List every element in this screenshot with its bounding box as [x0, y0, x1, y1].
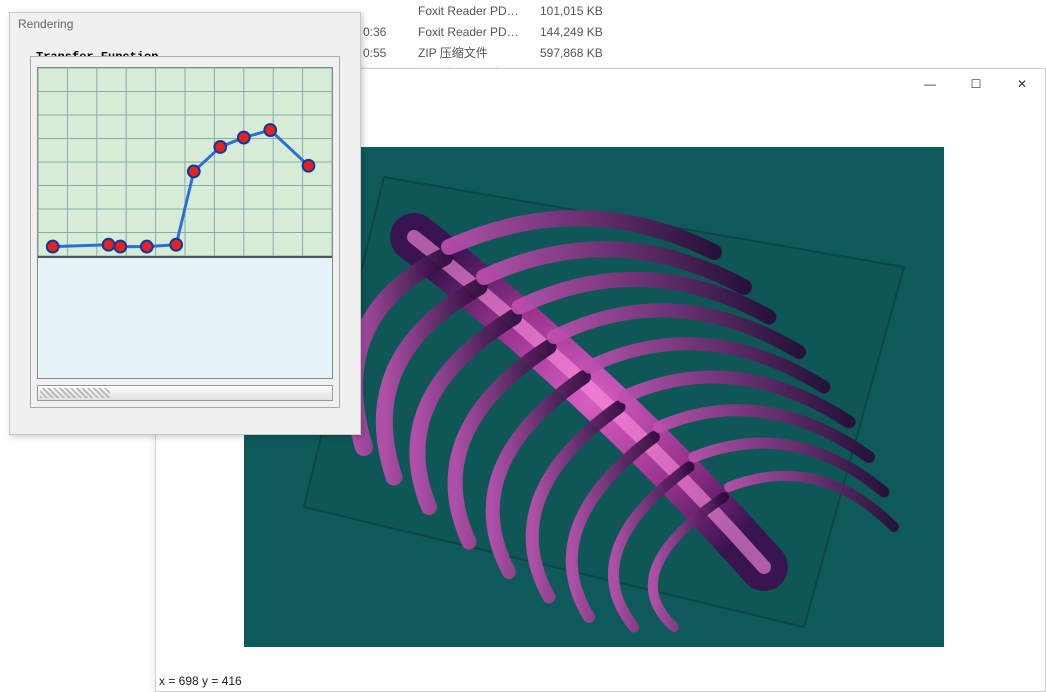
file-type: Foxit Reader PD… [418, 4, 519, 18]
file-time: 0:36 [363, 25, 386, 39]
transfer-function-plot[interactable] [37, 67, 333, 379]
file-size: 144,249 KB [540, 25, 603, 39]
slider-handle[interactable] [40, 388, 110, 398]
panel-title: Rendering [10, 13, 360, 35]
file-type: Foxit Reader PD… [418, 25, 519, 39]
transfer-function-group: Transfer Function [24, 45, 346, 424]
file-size: 597,868 KB [540, 46, 603, 60]
line-chart-icon [38, 68, 332, 256]
maximize-button[interactable]: ☐ [953, 69, 999, 99]
minimize-button[interactable]: — [907, 69, 953, 99]
rendering-panel: Rendering Transfer Function [9, 12, 361, 435]
tf-curve-area[interactable] [38, 68, 332, 258]
tf-histogram-area[interactable] [38, 258, 332, 378]
file-type: ZIP 压缩文件 [418, 44, 488, 61]
cursor-status: x = 698 y = 416 [159, 674, 242, 688]
file-size: 101,015 KB [540, 4, 603, 18]
tf-range-slider[interactable] [37, 385, 333, 401]
close-button[interactable]: ✕ [999, 69, 1045, 99]
file-time: 0:55 [363, 46, 386, 60]
